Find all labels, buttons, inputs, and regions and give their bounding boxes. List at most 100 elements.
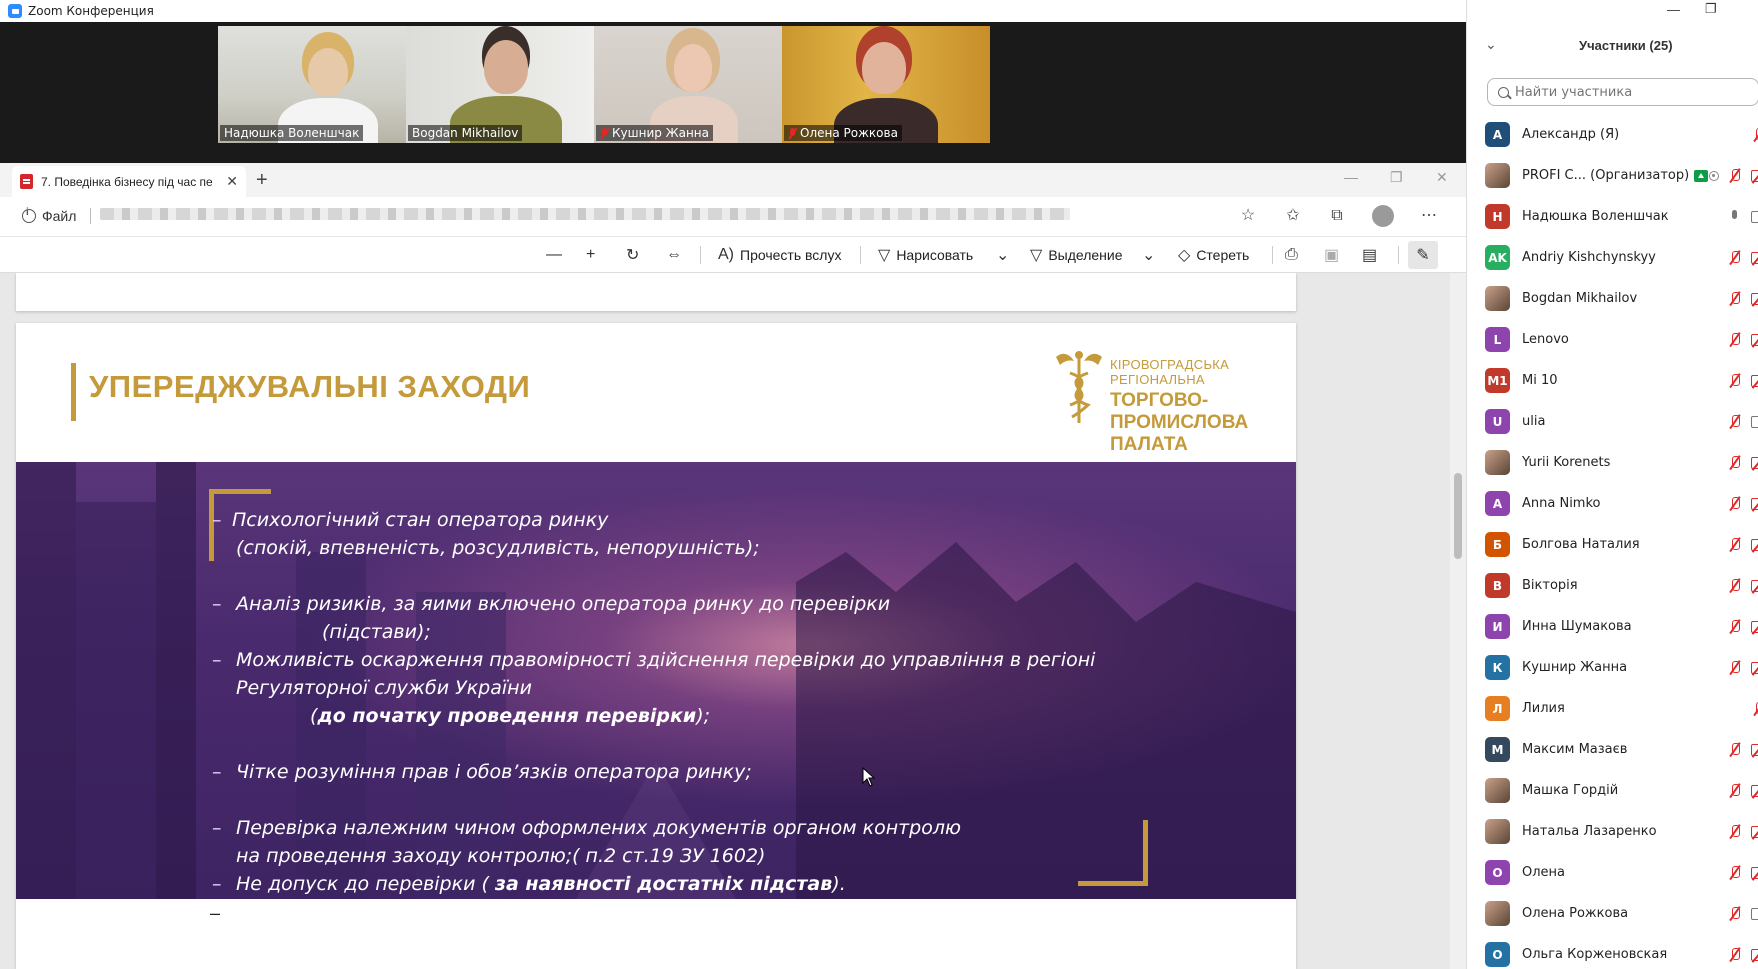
pin-toolbar-button[interactable]: ✎ bbox=[1408, 241, 1438, 269]
save-button[interactable]: ▣ bbox=[1324, 237, 1339, 273]
video-tile[interactable]: Bogdan Mikhailov bbox=[406, 26, 614, 143]
video-off-icon[interactable] bbox=[1751, 784, 1758, 797]
muted-mic-icon[interactable] bbox=[1729, 291, 1741, 306]
video-tile-name: Кушнир Жанна bbox=[596, 125, 714, 141]
participant-row[interactable]: А Александр (Я) bbox=[1467, 114, 1758, 155]
participant-search[interactable] bbox=[1487, 78, 1758, 106]
muted-mic-icon[interactable] bbox=[1729, 865, 1741, 880]
muted-mic-icon[interactable] bbox=[1729, 373, 1741, 388]
video-icon[interactable] bbox=[1751, 415, 1758, 428]
participant-row[interactable]: И Инна Шумакова bbox=[1467, 606, 1758, 647]
draw-dropdown[interactable]: ⌄ bbox=[996, 237, 1009, 273]
muted-mic-icon[interactable] bbox=[1729, 906, 1741, 921]
participant-row[interactable]: Натальа Лазаренко bbox=[1467, 811, 1758, 852]
muted-mic-icon[interactable] bbox=[1729, 455, 1741, 470]
participant-row[interactable]: Uulia bbox=[1467, 401, 1758, 442]
video-off-icon[interactable] bbox=[1751, 374, 1758, 387]
muted-mic-icon[interactable] bbox=[1729, 168, 1741, 183]
participant-row[interactable]: L Lenovo bbox=[1467, 319, 1758, 360]
participant-row[interactable]: A Anna Nimko bbox=[1467, 483, 1758, 524]
muted-mic-icon[interactable] bbox=[1729, 783, 1741, 798]
profile-avatar-icon[interactable] bbox=[1372, 205, 1394, 227]
muted-mic-icon[interactable] bbox=[1729, 332, 1741, 347]
video-tile[interactable]: Кушнир Жанна bbox=[594, 26, 802, 143]
video-off-icon[interactable] bbox=[1751, 538, 1758, 551]
video-off-icon[interactable] bbox=[1751, 497, 1758, 510]
scroll-thumb[interactable] bbox=[1454, 473, 1462, 559]
participant-row[interactable]: Машка Гордій bbox=[1467, 770, 1758, 811]
muted-mic-icon[interactable] bbox=[1729, 619, 1741, 634]
participant-row[interactable]: Bogdan Mikhailov bbox=[1467, 278, 1758, 319]
muted-mic-icon[interactable] bbox=[1729, 742, 1741, 757]
participant-row[interactable]: Л Лилия bbox=[1467, 688, 1758, 729]
collapse-chevron-icon[interactable]: ⌄ bbox=[1485, 36, 1497, 53]
mic-icon[interactable] bbox=[1729, 209, 1741, 224]
favorite-star-icon[interactable]: ☆ bbox=[1239, 207, 1257, 225]
muted-mic-icon[interactable] bbox=[1729, 414, 1741, 429]
participant-row[interactable]: AK Andriy Kishchynskyy bbox=[1467, 237, 1758, 278]
vertical-scrollbar[interactable] bbox=[1450, 273, 1466, 969]
zoom-out-button[interactable]: — bbox=[546, 237, 562, 273]
participant-row[interactable]: Олена Рожкова bbox=[1467, 893, 1758, 934]
video-off-icon[interactable] bbox=[1751, 825, 1758, 838]
video-off-icon[interactable] bbox=[1751, 743, 1758, 756]
participant-row[interactable]: O Олена bbox=[1467, 852, 1758, 893]
record-icon[interactable] bbox=[1709, 170, 1719, 181]
erase-button[interactable]: ◇ Стереть bbox=[1178, 237, 1249, 273]
minimize-icon[interactable]: — bbox=[1667, 2, 1680, 17]
participant-row[interactable]: Yurii Korenets bbox=[1467, 442, 1758, 483]
muted-mic-icon[interactable] bbox=[1753, 701, 1758, 716]
video-off-icon[interactable] bbox=[1751, 333, 1758, 346]
video-icon[interactable] bbox=[1751, 210, 1758, 223]
muted-mic-icon[interactable] bbox=[1729, 660, 1741, 675]
video-tile[interactable]: Олена Рожкова bbox=[782, 26, 990, 143]
muted-mic-icon[interactable] bbox=[1729, 496, 1741, 511]
video-off-icon[interactable] bbox=[1751, 169, 1758, 182]
restore-icon[interactable]: ❐ bbox=[1705, 1, 1717, 17]
minimize-icon[interactable]: — bbox=[1344, 169, 1358, 185]
tab-pdf[interactable]: 7. Поведінка бізнесу під час пе ✕ bbox=[12, 166, 246, 197]
new-tab-button[interactable]: + bbox=[256, 169, 268, 192]
video-off-icon[interactable] bbox=[1751, 292, 1758, 305]
participant-search-input[interactable] bbox=[1515, 84, 1735, 100]
draw-button[interactable]: ▽ Нарисовать bbox=[878, 237, 973, 273]
read-aloud-button[interactable]: A) Прочесть вслух bbox=[718, 237, 841, 273]
highlight-dropdown[interactable]: ⌄ bbox=[1142, 237, 1155, 273]
restore-icon[interactable]: ❐ bbox=[1390, 169, 1403, 186]
print-button[interactable]: ⎙ bbox=[1285, 237, 1298, 273]
info-icon[interactable] bbox=[22, 207, 36, 223]
participant-row[interactable]: O Ольга Корженовская bbox=[1467, 934, 1758, 969]
video-off-icon[interactable] bbox=[1751, 948, 1758, 961]
muted-mic-icon[interactable] bbox=[1729, 578, 1741, 593]
highlight-button[interactable]: ▽ Выделение bbox=[1030, 237, 1123, 273]
video-icon[interactable] bbox=[1751, 907, 1758, 920]
video-off-icon[interactable] bbox=[1751, 620, 1758, 633]
participant-row[interactable]: Н Надюшка Воленшчак bbox=[1467, 196, 1758, 237]
muted-mic-icon[interactable] bbox=[1729, 537, 1741, 552]
video-off-icon[interactable] bbox=[1751, 579, 1758, 592]
video-off-icon[interactable] bbox=[1751, 251, 1758, 264]
video-off-icon[interactable] bbox=[1751, 456, 1758, 469]
participant-row[interactable]: M1 Mi 10 bbox=[1467, 360, 1758, 401]
save-as-button[interactable]: ▤ bbox=[1362, 237, 1377, 273]
participant-row[interactable]: М Максим Мазаєв bbox=[1467, 729, 1758, 770]
participant-row[interactable]: Б Болгова Наталия bbox=[1467, 524, 1758, 565]
video-off-icon[interactable] bbox=[1751, 866, 1758, 879]
close-tab-icon[interactable]: ✕ bbox=[226, 173, 238, 190]
close-window-icon[interactable]: ✕ bbox=[1436, 169, 1448, 186]
participant-row[interactable]: К Кушнир Жанна bbox=[1467, 647, 1758, 688]
favorites-icon[interactable]: ✩ bbox=[1284, 207, 1302, 225]
participant-row[interactable]: В Вікторія bbox=[1467, 565, 1758, 606]
collections-icon[interactable]: ⧉ bbox=[1328, 207, 1346, 225]
muted-mic-icon[interactable] bbox=[1729, 250, 1741, 265]
video-off-icon[interactable] bbox=[1751, 661, 1758, 674]
muted-mic-icon[interactable] bbox=[1729, 947, 1741, 962]
muted-mic-icon[interactable] bbox=[1729, 824, 1741, 839]
muted-mic-icon[interactable] bbox=[1753, 127, 1758, 142]
fit-page-button[interactable]: ⇔ bbox=[666, 237, 682, 273]
rotate-button[interactable]: ↻ bbox=[626, 237, 639, 273]
video-tile[interactable]: Надюшка Воленшчак bbox=[218, 26, 426, 143]
participant-row[interactable]: PROFI C... (Организатор) bbox=[1467, 155, 1758, 196]
more-menu-icon[interactable]: ⋯ bbox=[1420, 207, 1438, 225]
zoom-in-button[interactable]: + bbox=[586, 237, 595, 273]
